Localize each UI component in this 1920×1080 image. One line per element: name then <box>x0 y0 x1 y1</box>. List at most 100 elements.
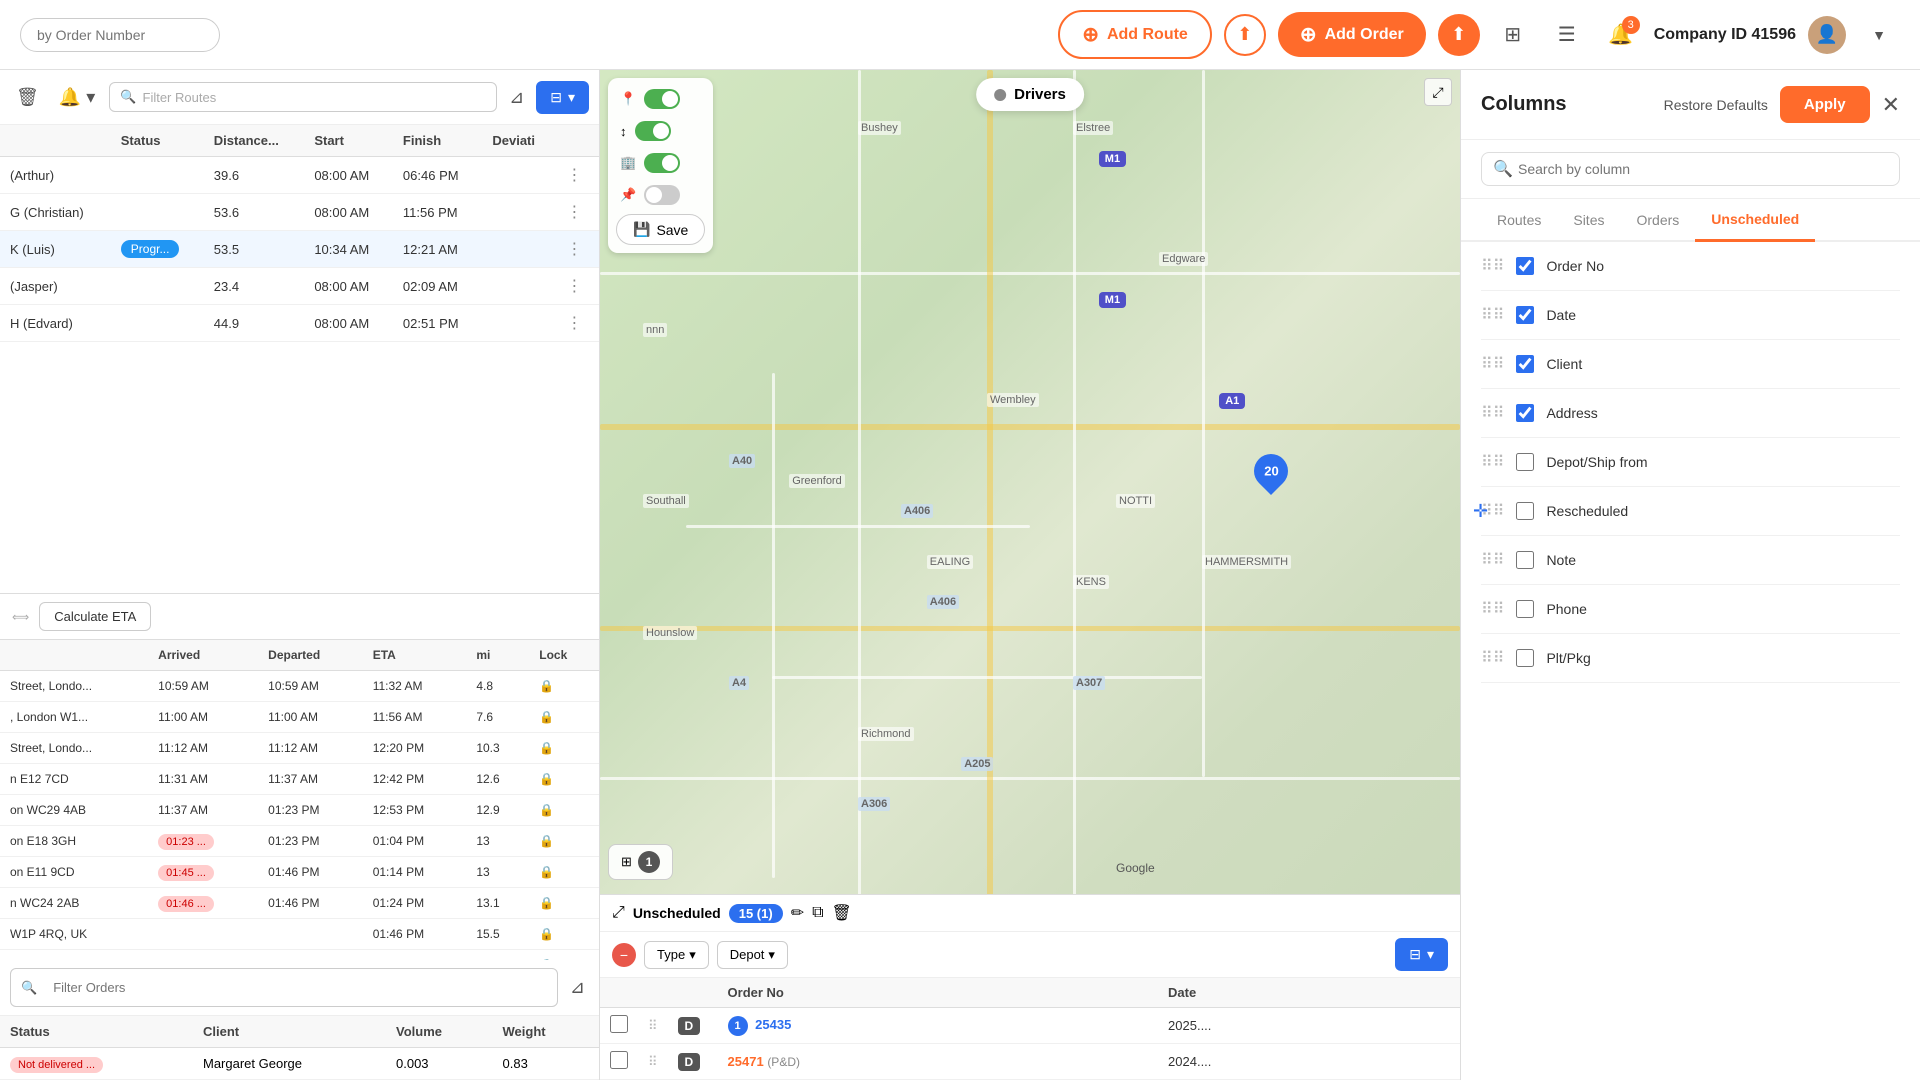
route-row-menu-button[interactable]: ⋮ <box>566 202 582 222</box>
order-1-badge: 1 <box>728 1016 748 1036</box>
checkbox-plt-pkg[interactable] <box>1516 649 1534 667</box>
table-row[interactable]: on WC29 4AB 11:37 AM 01:23 PM 12:53 PM 1… <box>0 795 599 826</box>
filter-routes-button[interactable]: ⊿ <box>505 83 528 112</box>
routes-view-button[interactable]: ⊟ ▾ <box>536 81 589 114</box>
table-row[interactable]: n WC24 2AB 01:46 ... 01:46 PM 01:24 PM 1… <box>0 888 599 919</box>
upload-order-button[interactable]: ⬆ <box>1438 14 1480 56</box>
restore-defaults-button[interactable]: Restore Defaults <box>1664 97 1768 113</box>
table-row[interactable]: on E11 9CD 01:45 ... 01:46 PM 01:14 PM 1… <box>0 857 599 888</box>
drag-handle-note[interactable]: ⠿⠿ <box>1481 550 1504 570</box>
route-row-menu-button[interactable]: ⋮ <box>566 165 582 185</box>
table-row[interactable]: W1P 4RQ, UK 01:46 PM 15.5 🔒 <box>0 919 599 950</box>
notifications-button[interactable]: 🔔 3 <box>1600 14 1642 56</box>
table-row[interactable]: ⠿ D 1 25435 2025.... <box>600 1008 1460 1044</box>
table-row[interactable]: n E12 7CD 11:31 AM 11:37 AM 12:42 PM 12.… <box>0 764 599 795</box>
drag-handle-plt-pkg[interactable]: ⠿⠿ <box>1481 648 1504 668</box>
unscheduled-expand-button[interactable]: ⤢ <box>612 904 625 922</box>
unscheduled-view-button[interactable]: ⊟ ▾ <box>1395 938 1448 971</box>
type-dropdown-button[interactable]: Type ▾ <box>644 941 709 969</box>
unscheduled-remove-button[interactable]: − <box>612 943 636 967</box>
drag-handle-address[interactable]: ⠿⠿ <box>1481 403 1504 423</box>
upload-route-button[interactable]: ⬆ <box>1224 14 1266 56</box>
route-start-cell: 08:00 AM <box>304 268 393 305</box>
unscheduled-copy-button[interactable]: ⧉ <box>812 904 823 922</box>
user-menu-chevron[interactable]: ▼ <box>1858 14 1900 56</box>
order-search-input[interactable] <box>20 18 220 52</box>
map-toggle-3[interactable] <box>644 153 680 173</box>
drivers-pill[interactable]: Drivers <box>976 78 1084 111</box>
add-route-button[interactable]: ⊕ Add Route <box>1058 10 1212 59</box>
drag-handle-client[interactable]: ⠿⠿ <box>1481 354 1504 374</box>
checkbox-note[interactable] <box>1516 551 1534 569</box>
tab-routes[interactable]: Routes <box>1481 199 1557 240</box>
map-save-button[interactable]: 💾 Save <box>616 214 705 245</box>
add-order-button[interactable]: ⊕ Add Order <box>1278 12 1426 57</box>
col-orders-volume: Volume <box>386 1016 493 1047</box>
detail-mi-cell: 10.3 <box>466 733 529 764</box>
drag-handle-depot[interactable]: ⠿⠿ <box>1481 452 1504 472</box>
map-toggle-2[interactable] <box>635 121 671 141</box>
col-route-name <box>0 125 111 157</box>
table-row[interactable]: (Arthur) 39.6 08:00 AM 06:46 PM ⋮ <box>0 157 599 194</box>
table-row[interactable]: K (Luis) Progr... 53.5 10:34 AM 12:21 AM… <box>0 231 599 268</box>
route-row-menu-button[interactable]: ⋮ <box>566 313 582 333</box>
columns-search-section: 🔍 <box>1461 140 1920 199</box>
calculate-eta-button[interactable]: Calculate ETA <box>39 602 151 631</box>
tab-sites[interactable]: Sites <box>1557 199 1620 240</box>
filter-orders-input[interactable] <box>43 975 547 1000</box>
close-columns-button[interactable]: ✕ <box>1882 92 1900 118</box>
unscheduled-edit-button[interactable]: ✏ <box>791 903 804 923</box>
table-row[interactable]: n E15 9GH 01:46 PM 01:46 PM 02:05 PM 17.… <box>0 950 599 961</box>
order-link-25471[interactable]: 25471 <box>728 1054 764 1069</box>
cluster-button[interactable]: ⊞ 1 <box>608 844 673 880</box>
depot-dropdown-button[interactable]: Depot ▾ <box>717 941 788 969</box>
unscheduled-row-checkbox-1[interactable] <box>610 1015 628 1033</box>
tab-orders[interactable]: Orders <box>1620 199 1695 240</box>
list-icon: ☰ <box>1558 22 1576 47</box>
tab-unscheduled[interactable]: Unscheduled <box>1695 199 1815 242</box>
table-row[interactable]: (Jasper) 23.4 08:00 AM 02:09 AM ⋮ <box>0 268 599 305</box>
grid-view-button[interactable]: ⊞ <box>1492 14 1534 56</box>
list-item[interactable]: Not delivered ... Margaret George 0.003 … <box>0 1048 599 1080</box>
unscheduled-delete-button[interactable]: 🗑 <box>832 903 852 923</box>
table-row[interactable]: on E18 3GH 01:23 ... 01:23 PM 01:04 PM 1… <box>0 826 599 857</box>
drag-handle-phone[interactable]: ⠿⠿ <box>1481 599 1504 619</box>
apply-button[interactable]: Apply <box>1780 86 1870 123</box>
building-icon: 🏢 <box>620 155 636 171</box>
table-row[interactable]: Street, Londo... 10:59 AM 10:59 AM 11:32… <box>0 671 599 702</box>
bell-route-button[interactable]: 🔔 ▾ <box>53 83 101 112</box>
table-row[interactable]: Street, Londo... 11:12 AM 11:12 AM 12:20… <box>0 733 599 764</box>
checkbox-depot-ship-from[interactable] <box>1516 453 1534 471</box>
drag-handle-date[interactable]: ⠿⠿ <box>1481 305 1504 325</box>
detail-departed-cell: 01:46 PM <box>258 857 363 888</box>
columns-search-input[interactable] <box>1481 152 1900 186</box>
filter-orders-button[interactable]: ⊿ <box>566 973 589 1002</box>
unscheduled-row-checkbox-2[interactable] <box>610 1051 628 1069</box>
map-toggle-1[interactable] <box>644 89 680 109</box>
detail-arrived-cell: 01:46 ... <box>148 888 258 919</box>
road-label-a40: A40 <box>729 454 755 468</box>
checkbox-address[interactable] <box>1516 404 1534 422</box>
checkbox-date[interactable] <box>1516 306 1534 324</box>
list-view-button[interactable]: ☰ <box>1546 14 1588 56</box>
table-row[interactable]: ⠿ D 25471 (P&D) 2024.... <box>600 1044 1460 1080</box>
map-expand-button[interactable]: ⤢ <box>1424 78 1452 106</box>
checkbox-order-no[interactable] <box>1516 257 1534 275</box>
route-row-menu-button[interactable]: ⋮ <box>566 276 582 296</box>
col-arrived: Arrived <box>148 640 258 671</box>
delete-route-button[interactable]: 🗑 <box>10 83 45 112</box>
col-finish: Finish <box>393 125 482 157</box>
order-link-25435[interactable]: 25435 <box>755 1017 791 1032</box>
table-row[interactable]: G (Christian) 53.6 08:00 AM 11:56 PM ⋮ <box>0 194 599 231</box>
user-avatar[interactable]: 👤 <box>1808 16 1846 54</box>
table-row[interactable]: H (Edvard) 44.9 08:00 AM 02:51 PM ⋮ <box>0 305 599 342</box>
checkbox-phone[interactable] <box>1516 600 1534 618</box>
unscheduled-view-icon: ⊟ <box>1409 946 1421 963</box>
map-toggle-4[interactable] <box>644 185 680 205</box>
drag-handle[interactable]: ⟺ <box>12 610 29 624</box>
table-row[interactable]: , London W1... 11:00 AM 11:00 AM 11:56 A… <box>0 702 599 733</box>
checkbox-rescheduled[interactable] <box>1516 502 1534 520</box>
checkbox-client[interactable] <box>1516 355 1534 373</box>
drag-handle-order-no[interactable]: ⠿⠿ <box>1481 256 1504 276</box>
route-row-menu-button[interactable]: ⋮ <box>566 239 582 259</box>
